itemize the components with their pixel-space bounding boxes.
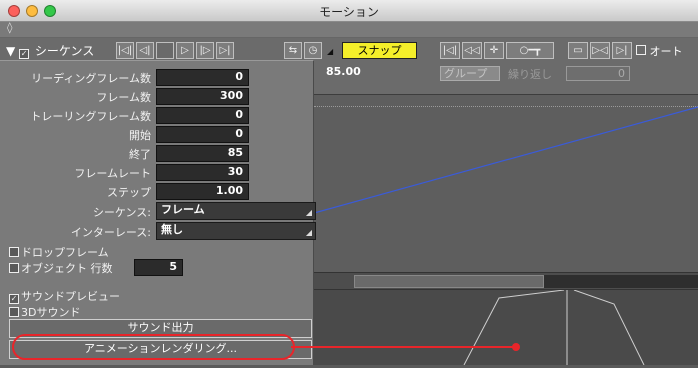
diamond-icon: ◊ bbox=[7, 21, 13, 34]
key-next-button[interactable]: ▷◁ bbox=[590, 42, 610, 59]
sequence-checkbox[interactable]: ✓ bbox=[19, 45, 31, 59]
drop-frame-label: ドロップフレーム bbox=[21, 246, 109, 259]
end-label: 終了 bbox=[129, 148, 151, 161]
frame-rate-label: フレームレート bbox=[74, 167, 151, 180]
trailing-frames-field[interactable]: 0 bbox=[156, 107, 249, 124]
stop-button[interactable] bbox=[156, 42, 174, 59]
motion-curve bbox=[314, 106, 698, 214]
sequence-toggle-label: シーケンス bbox=[34, 44, 95, 58]
drop-frame-checkbox[interactable]: ドロップフレーム bbox=[9, 244, 109, 260]
timeline-area[interactable] bbox=[314, 94, 698, 272]
go-to-start-button[interactable]: |◁| bbox=[116, 42, 134, 59]
auto-label: オート bbox=[649, 45, 683, 58]
wireframe-preview bbox=[463, 289, 645, 366]
leading-frames-label: リーディングフレーム数 bbox=[31, 72, 151, 85]
scroll-track bbox=[544, 275, 698, 288]
sound-preview-checkbox[interactable]: ✓ サウンドプレビュー bbox=[9, 288, 120, 304]
sequence-settings-panel: リーディングフレーム数 0 フレーム数 300 トレーリングフレーム数 0 開始… bbox=[0, 60, 316, 365]
start-field[interactable]: 0 bbox=[156, 126, 249, 143]
object-rows-label: オブジェクト 行数 bbox=[21, 262, 113, 275]
sequence-toggle[interactable]: ▼ ✓ シーケンス bbox=[6, 42, 94, 59]
dropdown-corner-icon: ◢ bbox=[305, 208, 312, 217]
clock-icon[interactable]: ◷ bbox=[304, 42, 322, 59]
disclosure-triangle-icon: ▼ bbox=[6, 44, 16, 58]
interlace-dropdown[interactable]: 無し ◢ bbox=[156, 222, 316, 240]
sound-3d-checkbox[interactable]: 3Dサウンド bbox=[9, 304, 80, 320]
object-rows-checkbox[interactable]: オブジェクト 行数 bbox=[9, 260, 113, 276]
start-label: 開始 bbox=[129, 129, 151, 142]
sequence-type-value: フレーム bbox=[161, 203, 205, 216]
auto-toggle[interactable]: オート bbox=[636, 43, 683, 59]
step-label: ステップ bbox=[107, 186, 151, 199]
dropdown-corner-icon: ◢ bbox=[305, 228, 312, 237]
play-button[interactable]: ▷ bbox=[176, 42, 194, 59]
step-forward-button[interactable]: |▷ bbox=[196, 42, 214, 59]
interlace-label: インターレース: bbox=[70, 226, 151, 239]
trailing-frames-label: トレーリングフレーム数 bbox=[30, 110, 151, 123]
scroll-thumb[interactable] bbox=[354, 275, 544, 288]
current-time-value[interactable]: 85.00 bbox=[326, 65, 361, 78]
end-field[interactable]: 85 bbox=[156, 145, 249, 162]
key-last-button[interactable]: ▷| bbox=[612, 42, 632, 59]
frame-count-field[interactable]: 300 bbox=[156, 88, 249, 105]
object-rows-field[interactable]: 5 bbox=[134, 259, 183, 276]
sound-3d-label: 3Dサウンド bbox=[21, 306, 81, 319]
snap-button[interactable]: スナップ bbox=[342, 42, 417, 59]
sound-preview-label: サウンドプレビュー bbox=[21, 290, 120, 303]
remove-key-icon[interactable]: ▭ bbox=[568, 42, 588, 59]
frame-rate-field[interactable]: 30 bbox=[156, 164, 249, 181]
title-bar: モーション bbox=[0, 0, 698, 22]
dropdown-corner-icon: ◢ bbox=[327, 47, 334, 56]
sequence-type-label: シーケンス: bbox=[92, 206, 151, 219]
go-to-end-button[interactable]: ▷| bbox=[216, 42, 234, 59]
key-first-button[interactable]: |◁| bbox=[440, 42, 460, 59]
window-title: モーション bbox=[319, 5, 379, 19]
collapse-row[interactable]: ◊ bbox=[0, 21, 698, 38]
frame-count-label: フレーム数 bbox=[96, 91, 151, 104]
add-key-icon[interactable]: ✛ bbox=[484, 42, 504, 59]
leading-frames-field[interactable]: 0 bbox=[156, 69, 249, 86]
interlace-value: 無し bbox=[161, 223, 183, 236]
repeat-field[interactable]: 0 bbox=[566, 66, 630, 81]
sequence-type-dropdown[interactable]: フレーム ◢ bbox=[156, 202, 316, 220]
annotation-line bbox=[291, 346, 516, 348]
loop-icon[interactable]: ⇆ bbox=[284, 42, 302, 59]
preview-viewport[interactable] bbox=[314, 289, 698, 366]
key-prev-button[interactable]: ◁◁ bbox=[462, 42, 482, 59]
key-icon[interactable]: ○━┳ bbox=[506, 42, 554, 59]
repeat-label: 繰り返し bbox=[508, 68, 552, 81]
step-back-button[interactable]: ◁| bbox=[136, 42, 154, 59]
group-dropdown[interactable]: グループ bbox=[440, 66, 500, 81]
step-field[interactable]: 1.00 bbox=[156, 183, 249, 200]
highlight-ellipse bbox=[12, 334, 295, 360]
annotation-dot bbox=[512, 343, 520, 351]
timeline-scrollbar[interactable] bbox=[314, 272, 698, 290]
